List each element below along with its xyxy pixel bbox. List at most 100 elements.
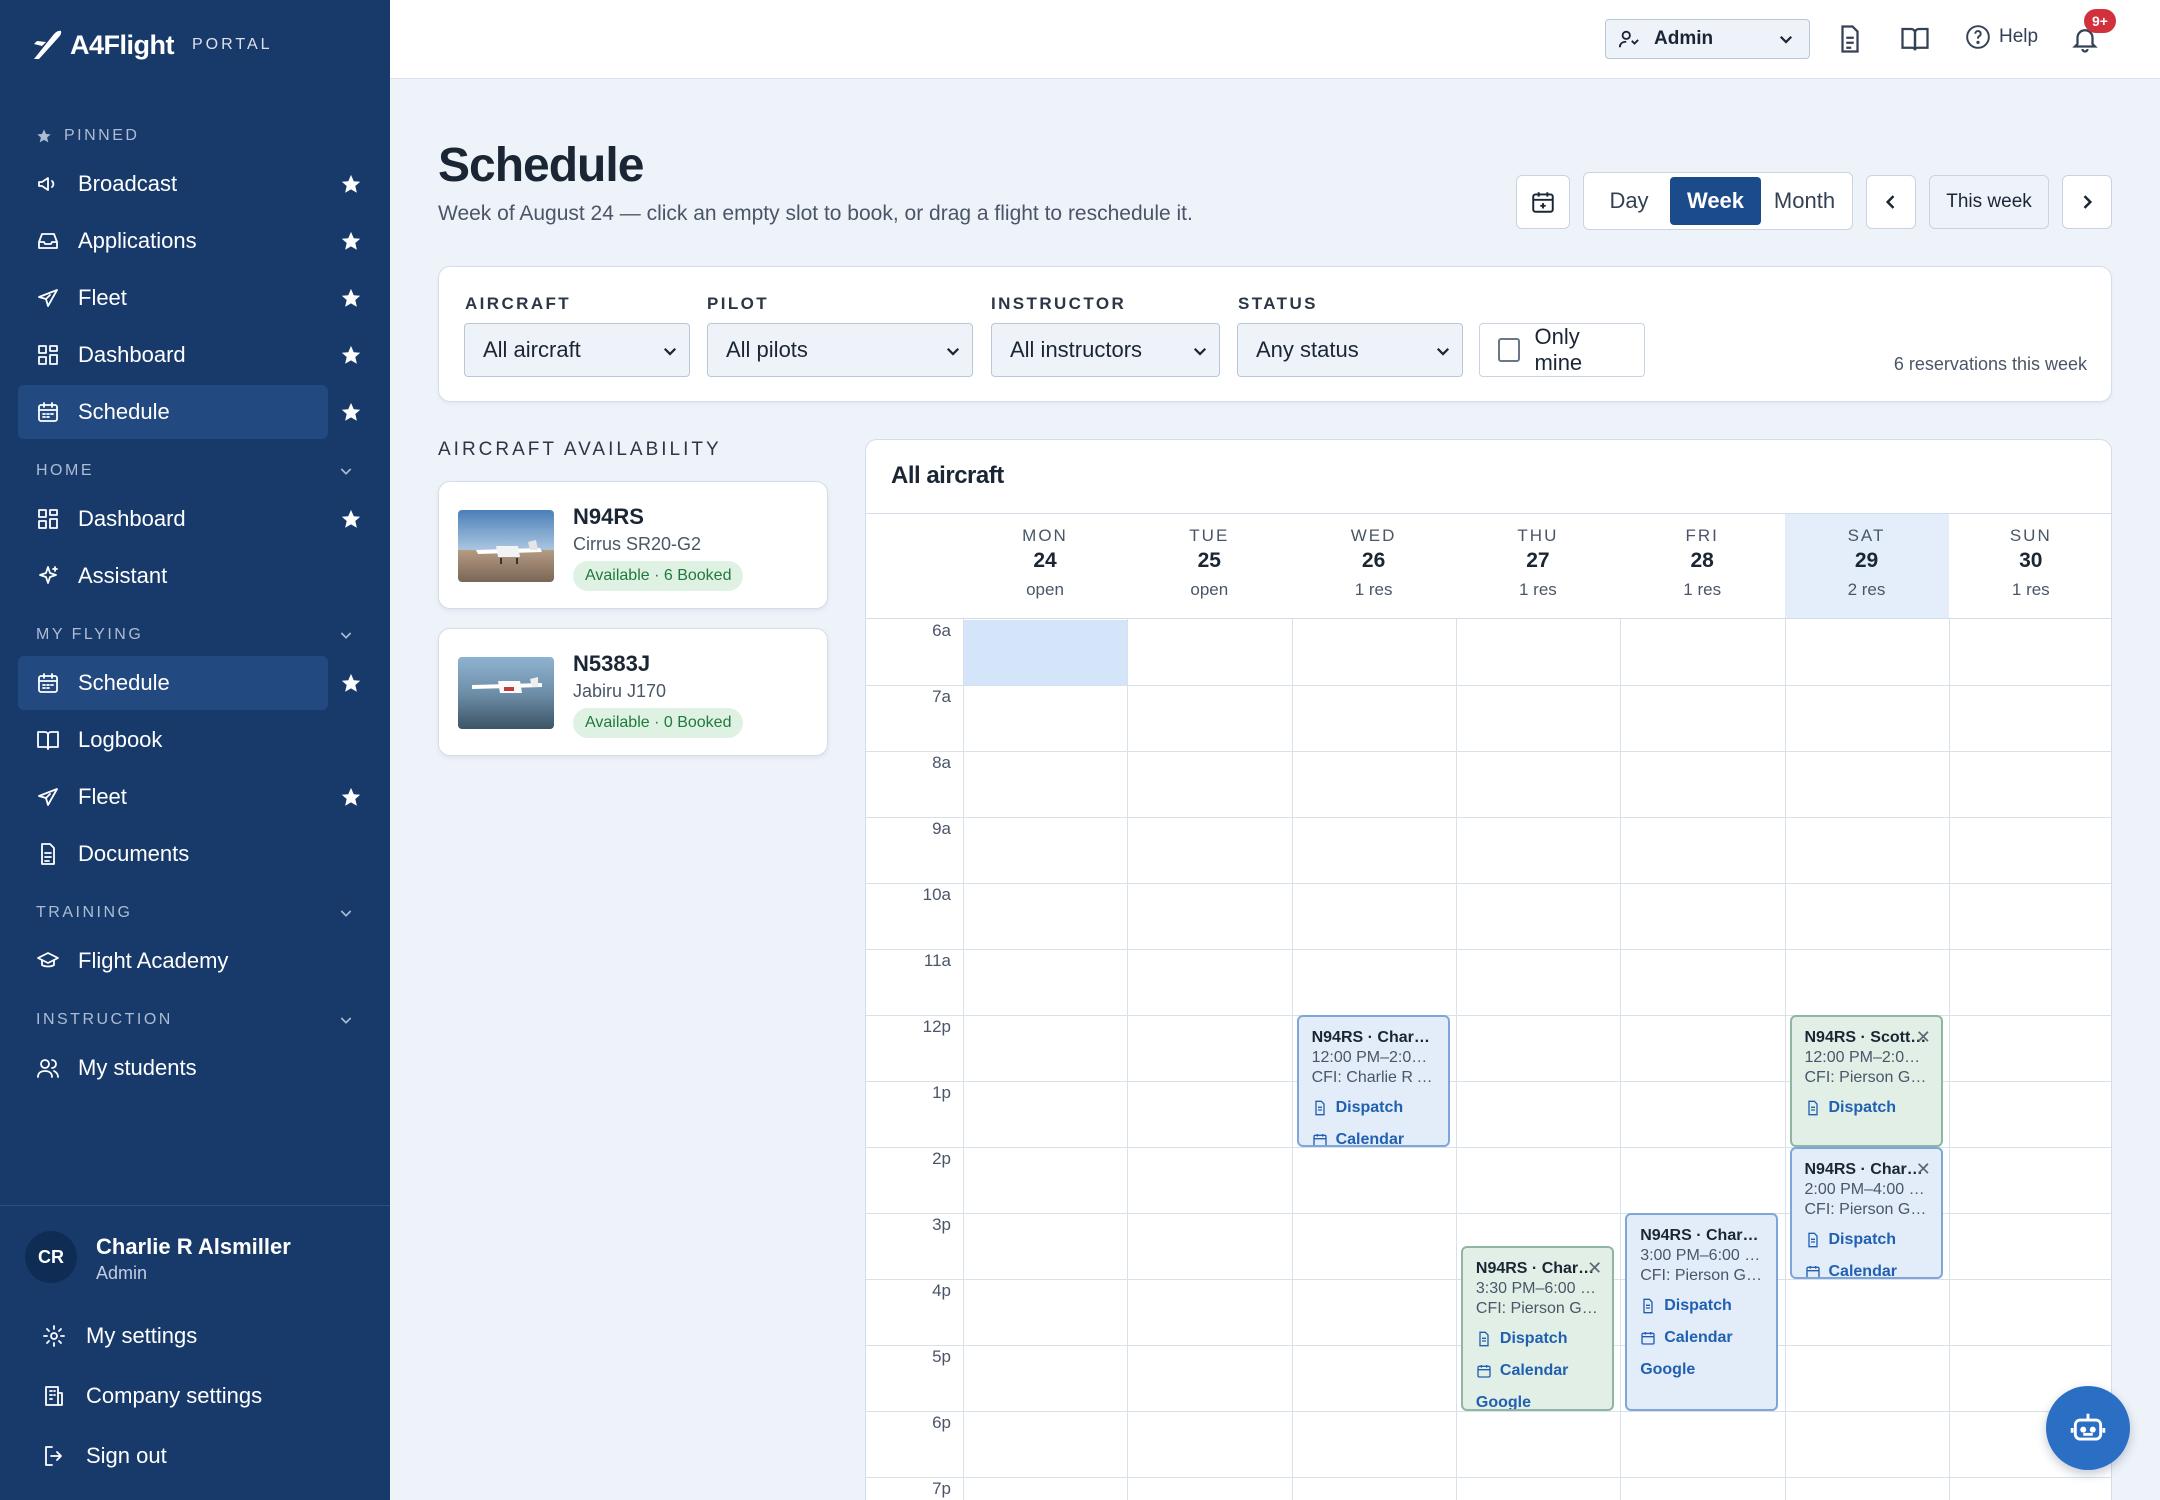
reservation-time: 2:00 PM–4:00 PM bbox=[1804, 1181, 1927, 1198]
sidebar-item-assistant[interactable]: Assistant bbox=[18, 549, 372, 603]
user-link-sign-out[interactable]: Sign out bbox=[0, 1426, 390, 1486]
reservation-link-dispatch[interactable]: Dispatch bbox=[1805, 1097, 1941, 1119]
sidebar-item-dashboard[interactable]: Dashboard bbox=[18, 492, 372, 546]
gear-icon bbox=[43, 1325, 65, 1347]
time-grid[interactable]: 6a 7a 8a 9a 10a 11a 12p 1p 2p 3p 4p 5p 6p 7p N94RS · C… bbox=[866, 618, 2111, 1500]
aircraft-filter-value: All aircraft bbox=[483, 337, 581, 362]
sidebar-item-label: Fleet bbox=[78, 784, 127, 809]
day-header-tue[interactable]: TUE 25 open bbox=[1127, 514, 1291, 618]
document-icon[interactable] bbox=[1835, 24, 1865, 54]
sidebar-item-applications[interactable]: Applications bbox=[18, 214, 372, 268]
reservation-link-dispatch[interactable]: Dispatch bbox=[1640, 1295, 1776, 1317]
calendar-icon bbox=[38, 673, 58, 693]
sidebar-item-dashboard[interactable]: Dashboard bbox=[18, 328, 372, 382]
avatar[interactable]: CR bbox=[25, 1231, 77, 1283]
only-mine-toggle[interactable]: Only mine bbox=[1479, 323, 1645, 377]
reservation-block[interactable]: N94RS · Charlie R Alsmiller 3:30 PM–6:00… bbox=[1460, 1246, 1615, 1411]
day-header-fri[interactable]: FRI 28 1 res bbox=[1620, 514, 1784, 618]
reservation-block[interactable]: N94RS · Charlie R Alsmiller 12:00 PM–2:0… bbox=[1296, 1015, 1450, 1147]
sidebar-section-label[interactable]: INSTRUCTION bbox=[0, 1002, 390, 1038]
day-header-thu[interactable]: THU 27 1 res bbox=[1456, 514, 1620, 618]
reservation-link-calendar[interactable]: Calendar bbox=[1640, 1327, 1776, 1349]
reservation-link-dispatch[interactable]: Dispatch bbox=[1805, 1229, 1941, 1251]
user-link-my-settings[interactable]: My settings bbox=[0, 1306, 390, 1366]
sidebar-item-broadcast[interactable]: Broadcast bbox=[18, 157, 372, 211]
reservation-link-google[interactable]: Google bbox=[1476, 1392, 1612, 1409]
sidebar-item-logbook[interactable]: Logbook bbox=[18, 713, 372, 767]
star-icon[interactable] bbox=[340, 508, 362, 530]
calendar-picker-button[interactable] bbox=[1516, 175, 1570, 229]
hour-gridline bbox=[866, 751, 2111, 752]
reservation-block[interactable]: N94RS · Scott R Miller 12:00 PM–2:00 PM … bbox=[1789, 1015, 1943, 1147]
aircraft-card-n94rs[interactable]: N94RS Cirrus SR20-G2 Available · 6 Booke… bbox=[438, 481, 828, 609]
book-open-icon[interactable] bbox=[1900, 24, 1930, 54]
role-select[interactable]: Admin bbox=[1605, 19, 1810, 59]
megaphone-icon bbox=[38, 177, 55, 191]
day-gridline bbox=[963, 619, 964, 1500]
sidebar-item-fleet[interactable]: Fleet bbox=[18, 271, 372, 325]
day-header-sun[interactable]: SUN 30 1 res bbox=[1949, 514, 2111, 618]
brand-logo[interactable]: A4Flight PORTAL bbox=[30, 28, 273, 62]
reservation-link-calendar[interactable]: Calendar bbox=[1805, 1261, 1941, 1277]
user-link-company-settings[interactable]: Company settings bbox=[0, 1366, 390, 1426]
day-reservation-count: open bbox=[1190, 580, 1229, 599]
close-icon[interactable]: ✕ bbox=[1916, 1027, 1931, 1048]
star-icon[interactable] bbox=[340, 173, 362, 195]
star-icon[interactable] bbox=[340, 672, 362, 694]
aircraft-card-n5383j[interactable]: N5383J Jabiru J170 Available · 0 Booked bbox=[438, 628, 828, 756]
sidebar-item-schedule[interactable]: Schedule bbox=[18, 656, 361, 710]
chevron-down-icon bbox=[340, 1017, 352, 1024]
reservation-link-calendar[interactable]: Calendar bbox=[1312, 1129, 1448, 1145]
selected-slot[interactable] bbox=[963, 620, 1127, 685]
calendar-plus-icon bbox=[1532, 192, 1554, 213]
only-mine-checkbox[interactable] bbox=[1498, 338, 1521, 362]
status-filter-label: STATUS bbox=[1238, 294, 1318, 313]
star-icon[interactable] bbox=[340, 344, 362, 366]
help-link[interactable]: Help bbox=[1965, 24, 2038, 50]
topbar: Admin Help 9+ bbox=[390, 0, 2160, 79]
sidebar-item-my-students[interactable]: My students bbox=[18, 1041, 372, 1095]
sidebar-item-schedule[interactable]: Schedule bbox=[18, 385, 361, 439]
view-week[interactable]: Week bbox=[1670, 177, 1761, 225]
sidebar-item-documents[interactable]: Documents bbox=[18, 827, 372, 881]
day-header-sat[interactable]: SAT 29 2 res bbox=[1784, 514, 1949, 618]
reservation-link-dispatch[interactable]: Dispatch bbox=[1312, 1097, 1448, 1119]
view-month[interactable]: Month bbox=[1761, 177, 1848, 225]
sidebar-item-fleet[interactable]: Fleet bbox=[18, 770, 372, 824]
star-icon[interactable] bbox=[340, 230, 362, 252]
reservation-link-google[interactable]: Google bbox=[1640, 1359, 1776, 1381]
star-icon[interactable] bbox=[340, 401, 362, 423]
reservation-link-dispatch[interactable]: Dispatch bbox=[1476, 1328, 1612, 1350]
sidebar-section-label[interactable]: HOME bbox=[0, 453, 390, 489]
brand-name: A4Flight bbox=[70, 29, 175, 60]
aircraft-filter-select[interactable]: All aircraft bbox=[464, 323, 690, 377]
sidebar-item-flight-academy[interactable]: Flight Academy bbox=[18, 934, 372, 988]
reservation-block[interactable]: N94RS · Charlie R Alsmiller 3:00 PM–6:00… bbox=[1625, 1213, 1779, 1411]
aircraft-photo bbox=[458, 657, 554, 729]
reservation-link-calendar[interactable]: Calendar bbox=[1476, 1360, 1612, 1382]
day-header-wed[interactable]: WED 26 1 res bbox=[1292, 514, 1456, 618]
chevron-down-icon bbox=[1779, 35, 1793, 44]
document-icon bbox=[1807, 1232, 1818, 1248]
filters-card: AIRCRAFT All aircraft PILOT All pilots I… bbox=[438, 266, 2112, 402]
this-week-button[interactable]: This week bbox=[1929, 175, 2049, 229]
view-day[interactable]: Day bbox=[1588, 177, 1670, 225]
reservation-title: N94RS · Charlie R Alsmiller bbox=[1804, 1161, 1927, 1178]
prev-week-button[interactable] bbox=[1866, 175, 1916, 229]
star-icon[interactable] bbox=[340, 287, 362, 309]
hour-label: 12p bbox=[922, 1017, 951, 1036]
close-icon[interactable]: ✕ bbox=[1916, 1159, 1931, 1180]
day-header-mon[interactable]: MON 24 open bbox=[963, 514, 1127, 618]
instructor-filter-select[interactable]: All instructors bbox=[991, 323, 1220, 377]
view-switcher: Day Week Month bbox=[1583, 172, 1853, 230]
page-title: Schedule bbox=[438, 139, 644, 192]
next-week-button[interactable] bbox=[2062, 175, 2112, 229]
close-icon[interactable]: ✕ bbox=[1587, 1258, 1602, 1279]
reservation-block[interactable]: N94RS · Charlie R Alsmiller 2:00 PM–4:00… bbox=[1789, 1147, 1943, 1279]
star-icon[interactable] bbox=[340, 786, 362, 808]
sidebar-section-label[interactable]: MY FLYING bbox=[0, 617, 390, 653]
sidebar-section-label[interactable]: TRAINING bbox=[0, 895, 390, 931]
assistant-fab[interactable] bbox=[2046, 1386, 2130, 1470]
status-filter-select[interactable]: Any status bbox=[1237, 323, 1463, 377]
pilot-filter-select[interactable]: All pilots bbox=[707, 323, 973, 377]
